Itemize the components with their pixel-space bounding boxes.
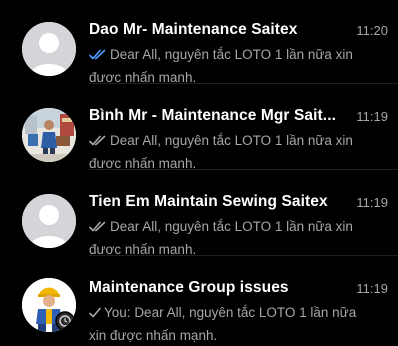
worker-avatar [22,278,76,332]
chat-row[interactable]: Dao Mr- Maintenance Saitex 11:20 Dear Al… [0,0,398,85]
chat-preview: Dear All, nguyên tắc LOTO 1 lần nữa xin … [89,44,361,88]
chat-preview: Dear All, nguyên tắc LOTO 1 lần nữa xin … [89,216,361,260]
row-divider [89,169,398,170]
chat-name: Maintenance Group issues [89,279,289,296]
chat-row[interactable]: Maintenance Group issues 11:19 You: Dear… [0,258,398,343]
chat-preview-text: Dear All, nguyên tắc LOTO 1 lần nữa xin … [89,219,353,257]
chat-time: 11:19 [356,281,388,296]
chat-preview: Dear All, nguyên tắc LOTO 1 lần nữa xin … [89,130,361,174]
double-check-icon [89,46,107,67]
double-check-icon [89,218,107,239]
chat-time: 11:19 [356,109,388,124]
chat-row[interactable]: Bình Mr - Maintenance Mgr Sait... 11:19 … [0,86,398,171]
default-person-icon [22,22,76,76]
chat-preview-text: Dear All, nguyên tắc LOTO 1 lần nữa xin … [89,47,353,85]
row-divider [89,255,398,256]
you-label: You: [104,305,131,320]
double-check-icon [89,132,107,153]
chat-name: Tien Em Maintain Sewing Saitex [89,193,328,210]
photo-avatar [22,108,76,162]
chat-name: Bình Mr - Maintenance Mgr Sait... [89,107,337,124]
chat-preview: You: Dear All, nguyên tắc LOTO 1 lần nữa… [89,302,361,346]
chat-name: Dao Mr- Maintenance Saitex [89,21,298,38]
single-check-icon [89,304,101,325]
chat-time: 11:20 [356,23,388,38]
chat-time: 11:19 [356,195,388,210]
row-divider [89,83,398,84]
default-person-icon [22,194,76,248]
chat-preview-text: Dear All, nguyên tắc LOTO 1 lần nữa xin … [89,133,353,171]
chat-list: Dao Mr- Maintenance Saitex 11:20 Dear Al… [0,0,398,343]
chat-row[interactable]: Tien Em Maintain Sewing Saitex 11:19 Dea… [0,172,398,257]
